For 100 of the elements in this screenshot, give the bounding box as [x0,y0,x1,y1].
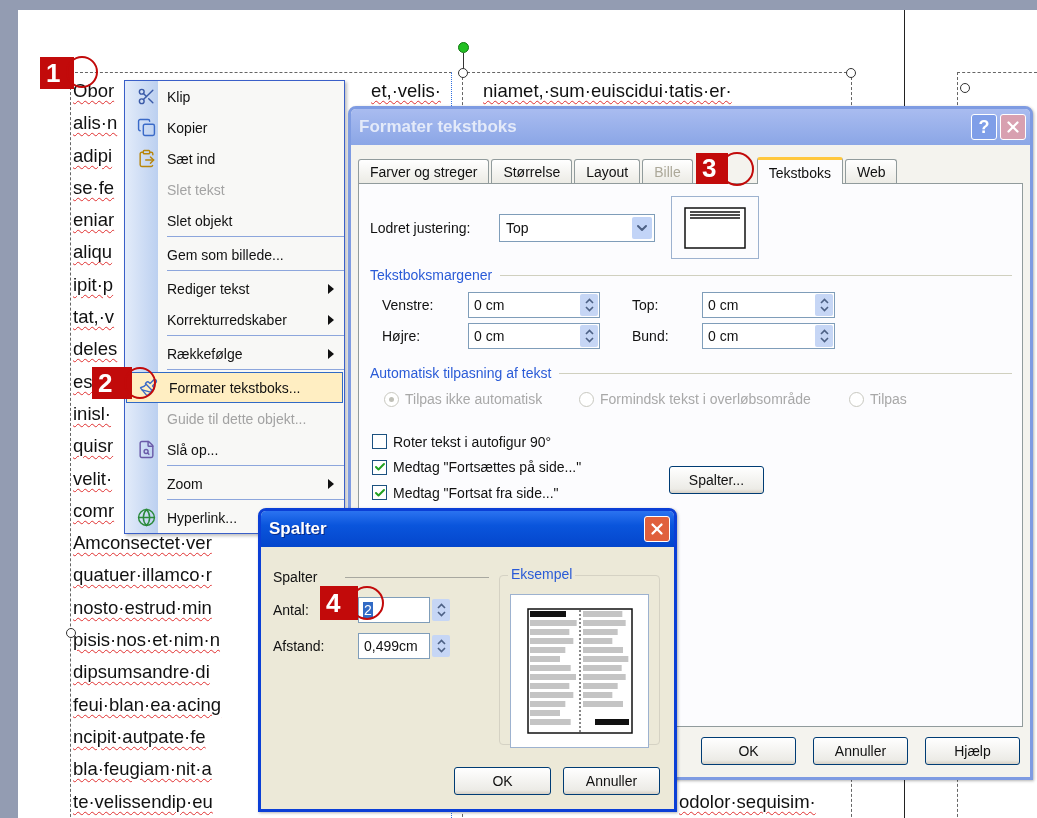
document-text: odolor·sequisim· [679,789,816,814]
document-text: te·velissendip·eu [73,789,213,814]
document-text: se·fe [73,175,115,200]
scissors-icon [136,87,156,106]
field-label: Top: [631,297,660,313]
document-text: bla·feugiam·nit·a [73,757,212,782]
margin-field[interactable]: 0 cm [702,323,835,349]
checkbox[interactable] [372,434,387,450]
document-text: Obor [73,79,115,103]
margin-field[interactable]: 0 cm [702,292,835,318]
document-text: ncipit·autpate·fe [73,724,206,749]
menu-item[interactable]: Zoom [125,468,344,499]
menu-item[interactable]: Slet objekt [125,205,344,236]
document-text: eniar [73,208,115,233]
resize-handle[interactable] [458,68,468,78]
field-label: Antal: [273,602,309,618]
document-text: inisl· [73,401,112,426]
tab[interactable]: Layout [574,159,641,183]
copy-icon [136,118,156,137]
document-text: quisr [73,434,114,459]
resize-handle[interactable] [66,628,76,638]
menu-item[interactable]: Kopier [125,112,344,143]
vertical-alignment-select[interactable]: Top [499,214,655,242]
dialog-title: Spalter [269,519,328,539]
checkmark-icon [373,461,386,474]
document-text: comr [73,498,115,523]
column-field[interactable]: 0,499cm [358,633,430,659]
spin-arrows-icon [819,298,829,312]
document-text: feui·blan·ea·acing [73,692,222,717]
section-title: Automatisk tilpasning af tekst [370,365,552,381]
step-badge: 4 [320,586,358,620]
spin-button[interactable] [815,325,833,347]
margin-field[interactable]: 0 cm [468,292,600,318]
menu-item[interactable]: Gem som billede... [125,239,344,270]
option-label: Formindsk tekst i overløbsområde [600,391,811,407]
document-text: tat,·v [73,305,115,330]
spin-button[interactable] [815,294,833,316]
spin-button[interactable] [580,294,598,316]
spin-button[interactable] [580,325,598,347]
menu-item[interactable]: Sæt ind [125,143,344,174]
close-icon [1004,118,1022,136]
menu-item[interactable]: Slå op... [125,434,344,465]
checkbox-label: Medtag "Fortsat fra side..." [393,484,559,501]
checkmark-icon [373,486,386,499]
dialog-button[interactable]: OK [701,737,796,765]
checkbox[interactable] [372,459,387,475]
menu-item[interactable]: Rækkefølge [125,338,344,369]
column-field[interactable]: 2 [358,597,430,623]
margin-field[interactable]: 0 cm [468,323,600,349]
dialog-button[interactable]: Annuller [563,767,660,795]
resize-handle[interactable] [960,83,970,93]
tab[interactable]: Farver og streger [358,159,490,183]
document-text: aliqu [73,240,113,265]
spin-button[interactable] [432,599,450,621]
document-text: alis·n [73,111,118,136]
submenu-arrow-icon [328,283,334,294]
field-label: Venstre: [382,297,435,313]
document-text: dipsumsandre·di [73,660,210,685]
option-label: Tilpas [870,391,907,407]
globe-icon [136,508,156,527]
menu-item[interactable]: Klip [125,81,344,112]
tab[interactable]: Tekstboks [756,157,843,184]
document-text: quatuer·illamco·r [73,563,212,588]
checkbox[interactable] [372,485,387,501]
field-label: Lodret justering: [370,220,472,236]
dialog-button[interactable]: OK [454,767,551,795]
clipboard-icon [136,149,156,168]
paintbrush-icon [138,378,158,397]
document-text: velit· [73,466,113,491]
spin-arrows-icon [584,298,594,312]
step-badge: 1 [40,57,74,89]
menu-item[interactable]: Korrekturredskaber [125,304,344,335]
document-search-icon [136,440,156,459]
field-label: Højre: [382,328,422,344]
close-icon [648,520,666,538]
step-badge: 3 [696,153,728,184]
step-badge: 2 [92,367,132,399]
resize-handle[interactable] [846,68,856,78]
tab[interactable]: Web [844,159,898,183]
submenu-arrow-icon [328,478,334,489]
close-button[interactable] [644,516,670,542]
section-title: Spalter [273,569,318,585]
submenu-arrow-icon [328,348,334,359]
document-text: es [73,369,93,394]
dialog-button[interactable]: Annuller [813,737,908,765]
document-text: pisis·nos·et·nim·n [73,628,220,653]
spin-arrows-icon [584,329,594,343]
dialog-button[interactable]: Hjælp [925,737,1020,765]
spin-button[interactable] [432,635,450,657]
columns-button[interactable]: Spalter... [669,466,764,494]
top-alignment-drawing [684,206,746,249]
document-text: nosto·estrud·min [73,595,212,620]
field-label: Bund: [631,328,670,344]
document-text: deles [73,337,118,362]
menu-item[interactable]: Rediger tekst [125,273,344,304]
submenu-arrow-icon [328,314,334,325]
tab[interactable]: Størrelse [491,159,573,183]
menu-item[interactable]: Formater tekstboks... [126,372,343,403]
option-label: Tilpas ikke automatisk [405,391,543,407]
document-text: niamet,·sum·euiscidui·tatis·er· [483,79,732,103]
